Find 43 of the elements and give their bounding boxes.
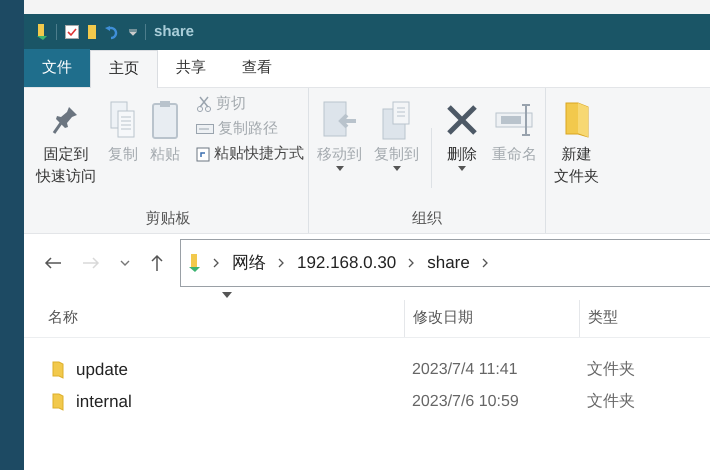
folder-icon [87, 24, 97, 40]
column-header[interactable]: 名称 [48, 307, 78, 330]
file-type: 文件夹 [586, 392, 635, 412]
chevron-down-icon[interactable] [120, 260, 130, 266]
ribbon-tab[interactable]: 查看 [224, 49, 290, 87]
modified-date: 2023/7/4 11:41 [411, 360, 519, 380]
chevron-right-icon [213, 258, 220, 268]
checkbox-icon [65, 25, 79, 39]
chevron-right-icon [482, 258, 489, 268]
file-type: 文件夹 [586, 360, 635, 380]
breadcrumb[interactable]: 网络 [232, 250, 266, 276]
group-label: 剪贴板 [146, 209, 190, 229]
shortcut-icon [196, 146, 210, 162]
window-title: share [154, 22, 194, 42]
modified-date: 2023/7/6 10:59 [411, 392, 520, 412]
file-row[interactable]: update 2023/7/4 11:41 文件夹 [24, 354, 710, 386]
column-header[interactable]: 修改日期 [413, 307, 473, 330]
folder-icon [52, 393, 64, 411]
folder-icon [36, 23, 48, 41]
chevron-right-icon [278, 258, 285, 268]
ribbon-button[interactable]: 固定到 快速访问 [32, 88, 100, 200]
ribbon-small-button[interactable]: 粘贴快捷方式 [196, 142, 304, 166]
ribbon-tab[interactable]: 文件 [24, 49, 90, 87]
ribbon-tab[interactable]: 主页 [90, 50, 158, 88]
chevron-right-icon [408, 258, 416, 268]
folder-icon [52, 361, 64, 379]
up-arrow-icon[interactable] [150, 254, 164, 272]
dropdown-icon[interactable] [129, 28, 137, 36]
ribbon-tab[interactable]: 共享 [158, 49, 224, 87]
clipboard-icon [150, 99, 180, 141]
breadcrumb[interactable]: 192.168.0.30 [297, 250, 396, 276]
file-name: internal [76, 391, 132, 414]
file-row[interactable]: internal 2023/7/6 10:59 文件夹 [24, 386, 710, 418]
ribbon-button[interactable]: 新建 文件夹 [550, 88, 603, 200]
sort-caret-icon [222, 292, 232, 298]
address-bar[interactable]: 网络 192.168.0.30 share [180, 239, 710, 287]
column-header[interactable]: 类型 [588, 307, 618, 330]
back-arrow-icon[interactable] [44, 256, 62, 270]
file-name: update [76, 359, 128, 382]
group-label: 组织 [412, 209, 442, 229]
breadcrumb[interactable]: share [427, 250, 470, 276]
ribbon-button[interactable]: 删除 [440, 88, 484, 200]
scissors-icon [196, 96, 212, 112]
